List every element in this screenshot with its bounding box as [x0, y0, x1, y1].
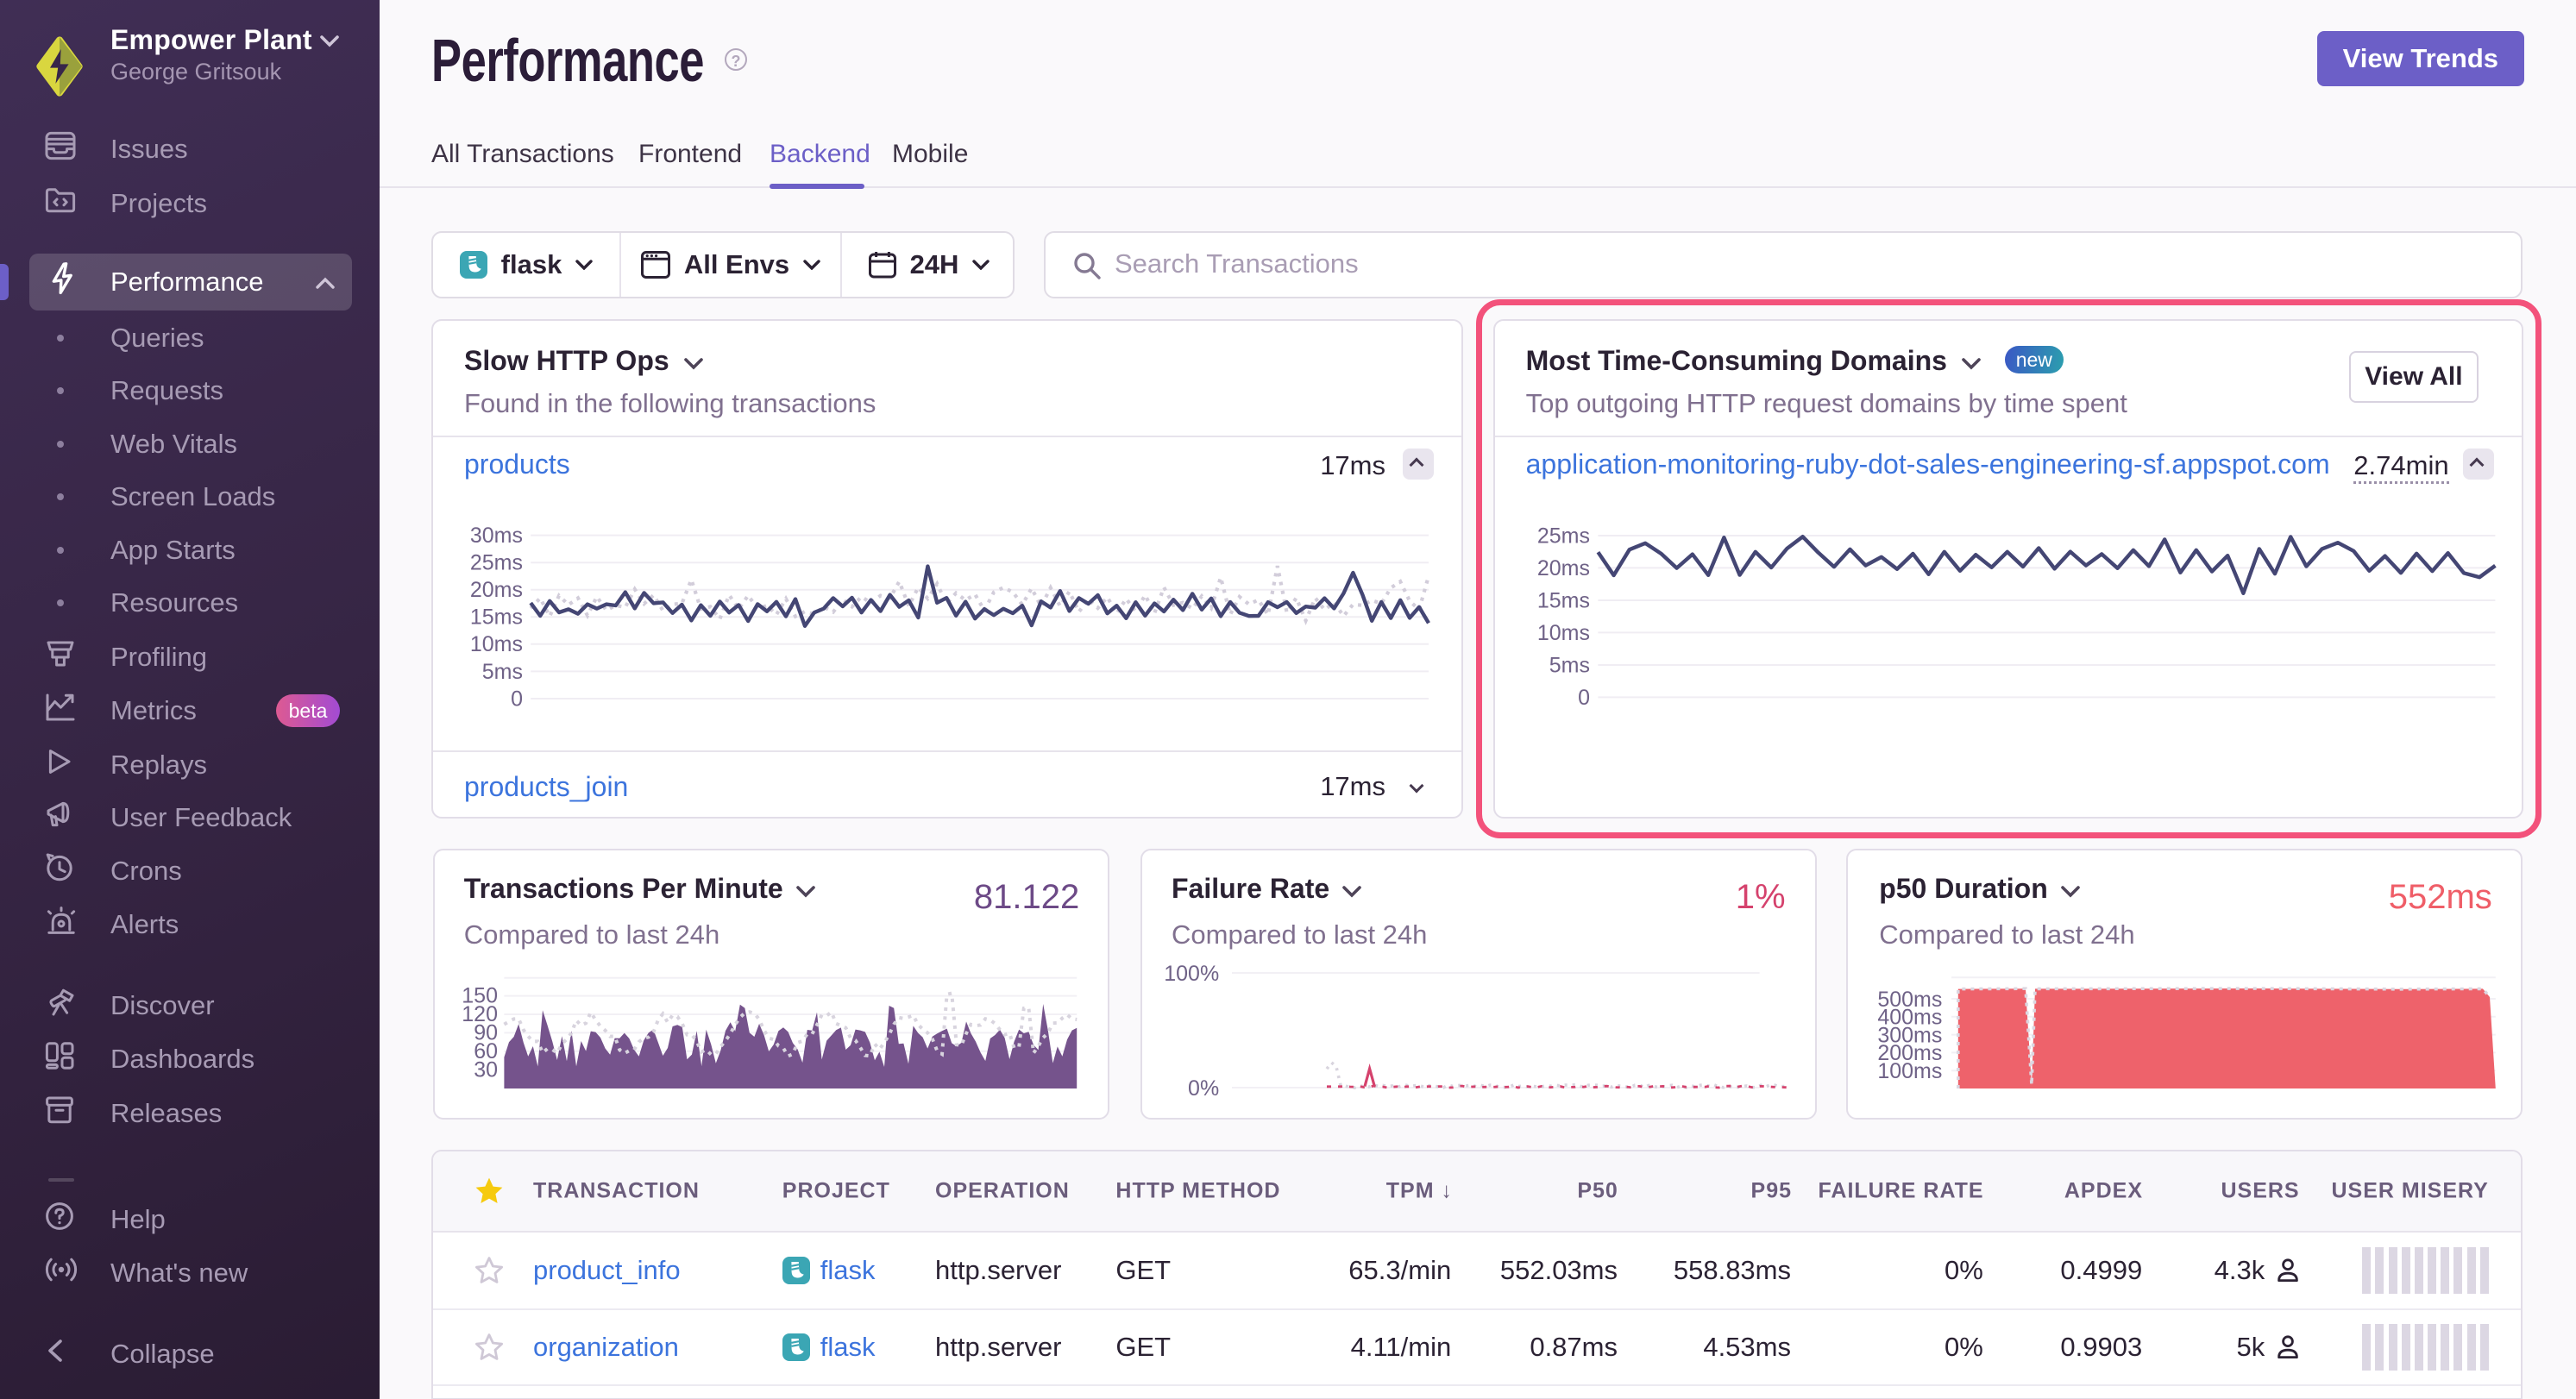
svg-text:25ms: 25ms [1536, 524, 1589, 548]
svg-text:15ms: 15ms [1536, 588, 1589, 612]
svg-text:20ms: 20ms [1536, 556, 1589, 580]
svg-text:100%: 100% [1164, 962, 1219, 986]
svg-text:30: 30 [474, 1057, 498, 1082]
svg-text:25ms: 25ms [470, 551, 523, 575]
svg-text:10ms: 10ms [470, 632, 523, 656]
svg-text:10ms: 10ms [1536, 621, 1589, 645]
svg-text:5ms: 5ms [1549, 653, 1589, 677]
svg-text:0: 0 [511, 687, 523, 711]
svg-text:0: 0 [1578, 686, 1590, 710]
svg-text:0%: 0% [1188, 1076, 1219, 1101]
svg-text:30ms: 30ms [470, 524, 523, 548]
svg-text:5ms: 5ms [482, 660, 523, 684]
svg-text:15ms: 15ms [470, 605, 523, 630]
svg-text:20ms: 20ms [470, 578, 523, 602]
